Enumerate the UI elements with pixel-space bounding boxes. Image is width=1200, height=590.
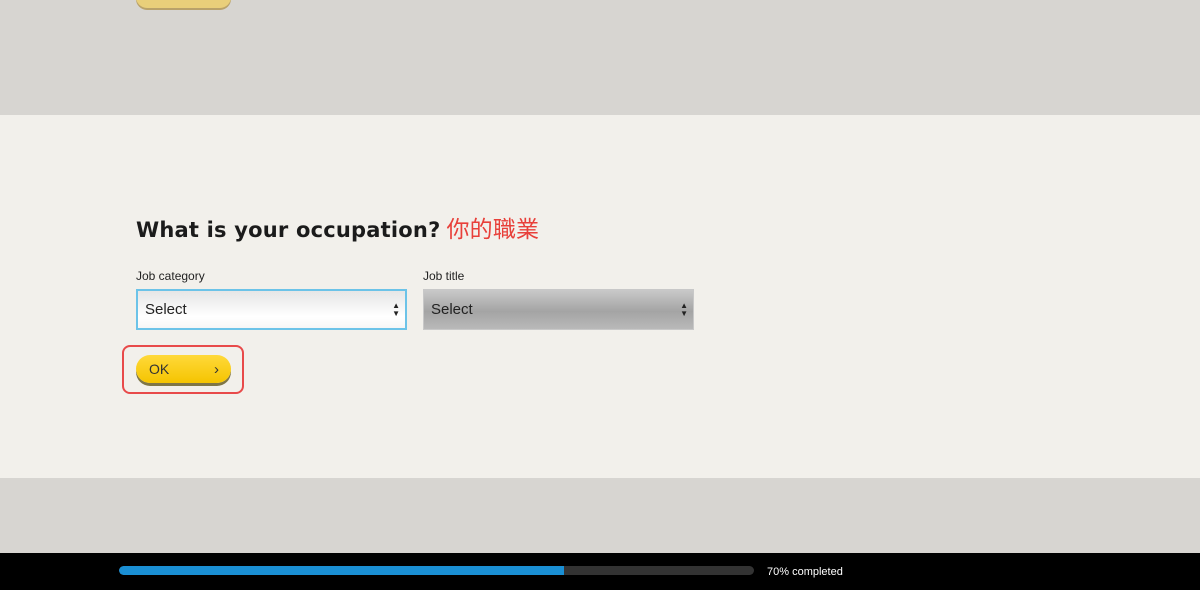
job-title-label: Job title [423,269,465,283]
select-arrows-icon: ▲ ▼ [392,300,400,318]
job-title-value: Select [431,301,473,318]
question-text: What is your occupation? [136,218,441,242]
progress-bar-fill [119,566,564,575]
progress-bar [119,566,754,575]
question-panel: What is your occupation? 你的職業 Job categor… [0,115,1200,478]
select-arrows-icon: ▲ ▼ [680,300,688,318]
question-title: What is your occupation? 你的職業 [136,210,539,244]
job-title-select[interactable]: Select ▲ ▼ [423,289,694,330]
job-category-value: Select [145,301,187,318]
progress-label: 70% completed [767,566,843,578]
job-category-label: Job category [136,269,205,283]
previous-ok-button[interactable] [136,0,231,8]
progress-footer: 70% completed [0,553,1200,590]
ok-button[interactable]: OK › [136,355,231,383]
ok-button-label: OK [149,361,170,377]
job-category-select[interactable]: Select ▲ ▼ [136,289,407,330]
chevron-right-icon: › [214,360,219,378]
previous-question-area [0,0,1200,115]
question-annotation: 你的職業 [446,217,540,243]
